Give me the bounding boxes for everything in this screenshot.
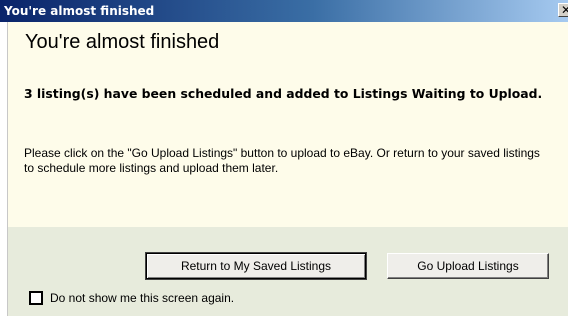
dont-show-again-checkbox[interactable]: [29, 291, 43, 305]
close-button[interactable]: ✕: [558, 3, 568, 17]
close-icon: ✕: [561, 3, 568, 17]
window-title: You're almost finished: [4, 4, 155, 18]
instructions-text: Please click on the "Go Upload Listings"…: [24, 146, 540, 175]
scheduled-message: 3 listing(s) have been scheduled and add…: [24, 86, 543, 101]
dialog-window: You're almost finished ✕ You're almost f…: [0, 0, 568, 316]
dont-show-again-label[interactable]: Do not show me this screen again.: [50, 291, 234, 306]
go-upload-listings-button[interactable]: Go Upload Listings: [387, 253, 549, 279]
return-to-saved-listings-button[interactable]: Return to My Saved Listings: [145, 252, 367, 280]
page-title: You're almost finished: [25, 31, 220, 53]
title-bar[interactable]: You're almost finished ✕: [0, 0, 568, 22]
